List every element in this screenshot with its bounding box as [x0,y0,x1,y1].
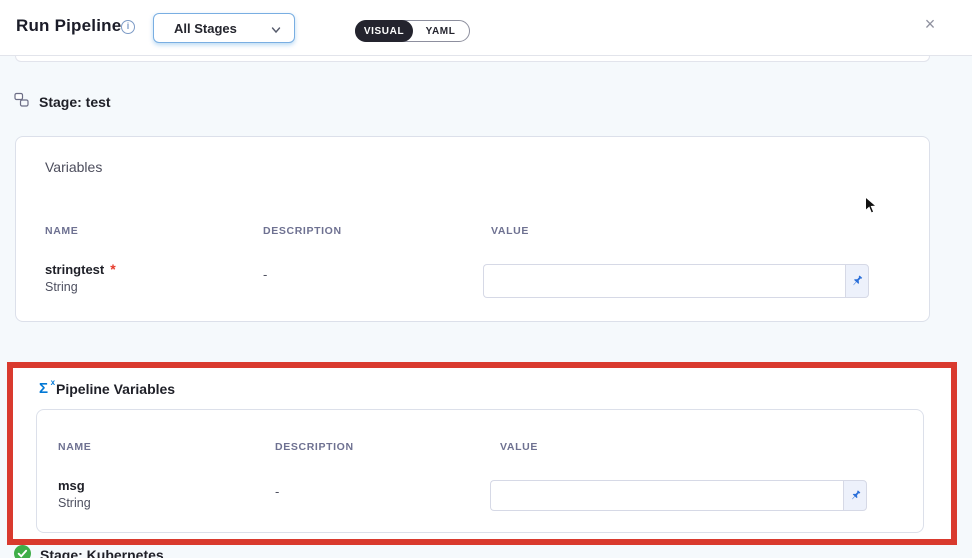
tab-yaml[interactable]: YAML [412,21,469,41]
visual-yaml-toggle: VISUAL YAML [355,20,470,42]
column-header-value: VALUE [491,225,529,237]
info-icon[interactable]: i [121,20,135,34]
variable-description: - [275,484,279,499]
column-header-description: DESCRIPTION [275,441,354,453]
scrolled-card-edge [15,56,930,62]
stage-selector-dropdown[interactable]: All Stages [153,13,295,43]
column-header-value: VALUE [500,441,538,453]
stage-selector-value: All Stages [174,21,237,36]
runtime-input-pin-button[interactable] [845,264,869,298]
stringtest-value-input[interactable] [483,264,845,298]
stage-icon [14,92,30,111]
runtime-input-pin-button[interactable] [843,480,867,511]
stage-kubernetes-label: Stage: Kubernetes [40,547,164,558]
pipeline-variables-heading: Σx Pipeline Variables [39,380,175,397]
pipeline-variables-table-card: NAME DESCRIPTION VALUE msg String - [36,409,924,533]
variable-description: - [263,267,267,282]
pipeline-variables-title: Pipeline Variables [56,381,175,397]
dialog-header [0,0,972,55]
value-input-group [490,480,867,511]
required-asterisk: * [110,261,115,277]
variable-type: String [45,280,78,294]
variables-card-title: Variables [45,159,102,175]
msg-value-input[interactable] [490,480,843,511]
stage-test-heading: Stage: test [14,92,111,111]
stage-kubernetes-heading: Stage: Kubernetes [14,545,164,558]
sigma-variables-icon: Σx [39,380,48,397]
value-input-group [483,264,869,298]
variable-name: msg [58,478,85,493]
pipeline-variables-section-highlighted: Σx Pipeline Variables NAME DESCRIPTION V… [7,362,957,545]
close-icon[interactable]: × [918,12,942,36]
thumbtack-icon [847,271,867,291]
variables-card: Variables NAME DESCRIPTION VALUE stringt… [15,136,930,322]
column-header-name: NAME [45,225,78,237]
page-title: Run Pipeline [16,16,121,36]
column-header-name: NAME [58,441,91,453]
variable-type: String [58,496,91,510]
tab-visual[interactable]: VISUAL [355,20,413,42]
chevron-down-icon [270,23,282,41]
run-pipeline-dialog: Run Pipeline i All Stages VISUAL YAML × … [0,0,972,558]
success-check-icon [14,545,31,558]
thumbtack-icon [846,486,864,504]
column-header-description: DESCRIPTION [263,225,342,237]
stage-test-label: Stage: test [39,94,111,110]
variable-name: stringtest* [45,261,116,277]
